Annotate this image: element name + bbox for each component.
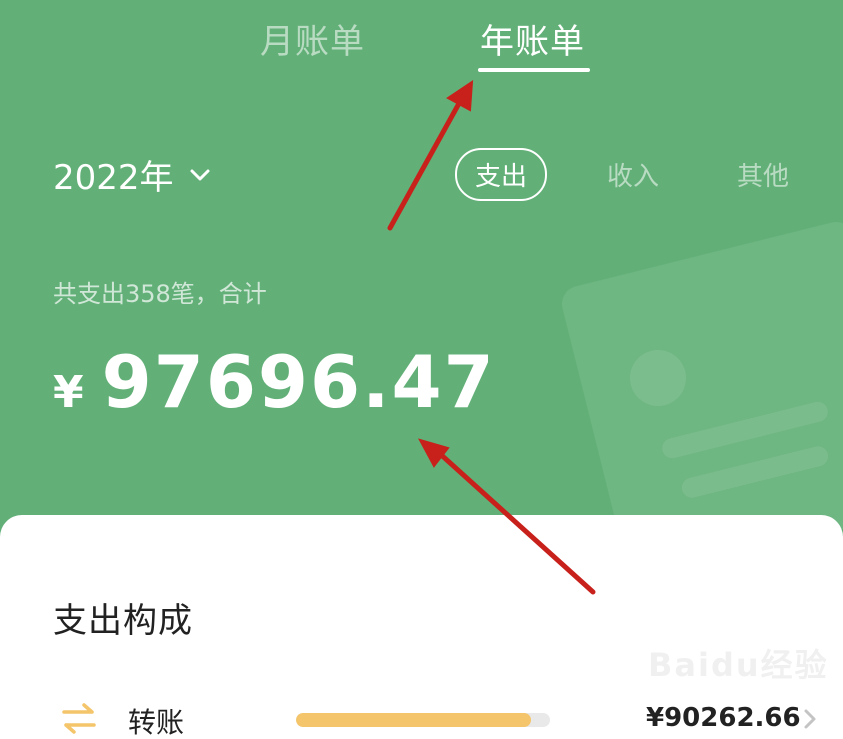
decorative-circle <box>630 350 686 406</box>
currency-symbol: ¥ <box>53 367 84 418</box>
total-value: 97696.47 <box>101 340 496 424</box>
year-selector[interactable]: 2022年 <box>53 150 212 199</box>
transfer-arrows-icon <box>62 703 96 734</box>
progress-bar <box>296 713 550 727</box>
watermark-logo: Baidu经验 <box>648 646 829 684</box>
year-value: 2022年 <box>53 158 174 198</box>
chevron-down-icon <box>190 169 210 180</box>
row-label: 转账 <box>128 706 185 739</box>
active-tab-indicator <box>478 68 590 72</box>
header: 月账单 年账单 2022年 支出 收入 其他 共支出358笔，合计 ¥ 9769… <box>0 0 843 540</box>
list-item[interactable]: 转账 ¥90262.66 <box>0 695 843 739</box>
panel-title: 支出构成 <box>53 601 193 641</box>
filter-expense[interactable]: 支出 <box>455 148 548 201</box>
filter-income[interactable]: 收入 <box>607 156 659 193</box>
filter-other[interactable]: 其他 <box>737 156 789 193</box>
tab-monthly-bill[interactable]: 月账单 <box>260 14 365 63</box>
progress-fill <box>296 713 531 727</box>
chevron-right-icon <box>804 709 816 729</box>
total-amount: ¥ 97696.47 <box>53 340 496 424</box>
expense-summary: 共支出358笔，合计 <box>53 280 267 308</box>
row-amount: ¥90262.66 <box>646 703 801 733</box>
expense-breakdown-panel: 支出构成 转账 ¥90262.66 <box>0 515 843 739</box>
tab-yearly-bill[interactable]: 年账单 <box>480 14 585 63</box>
